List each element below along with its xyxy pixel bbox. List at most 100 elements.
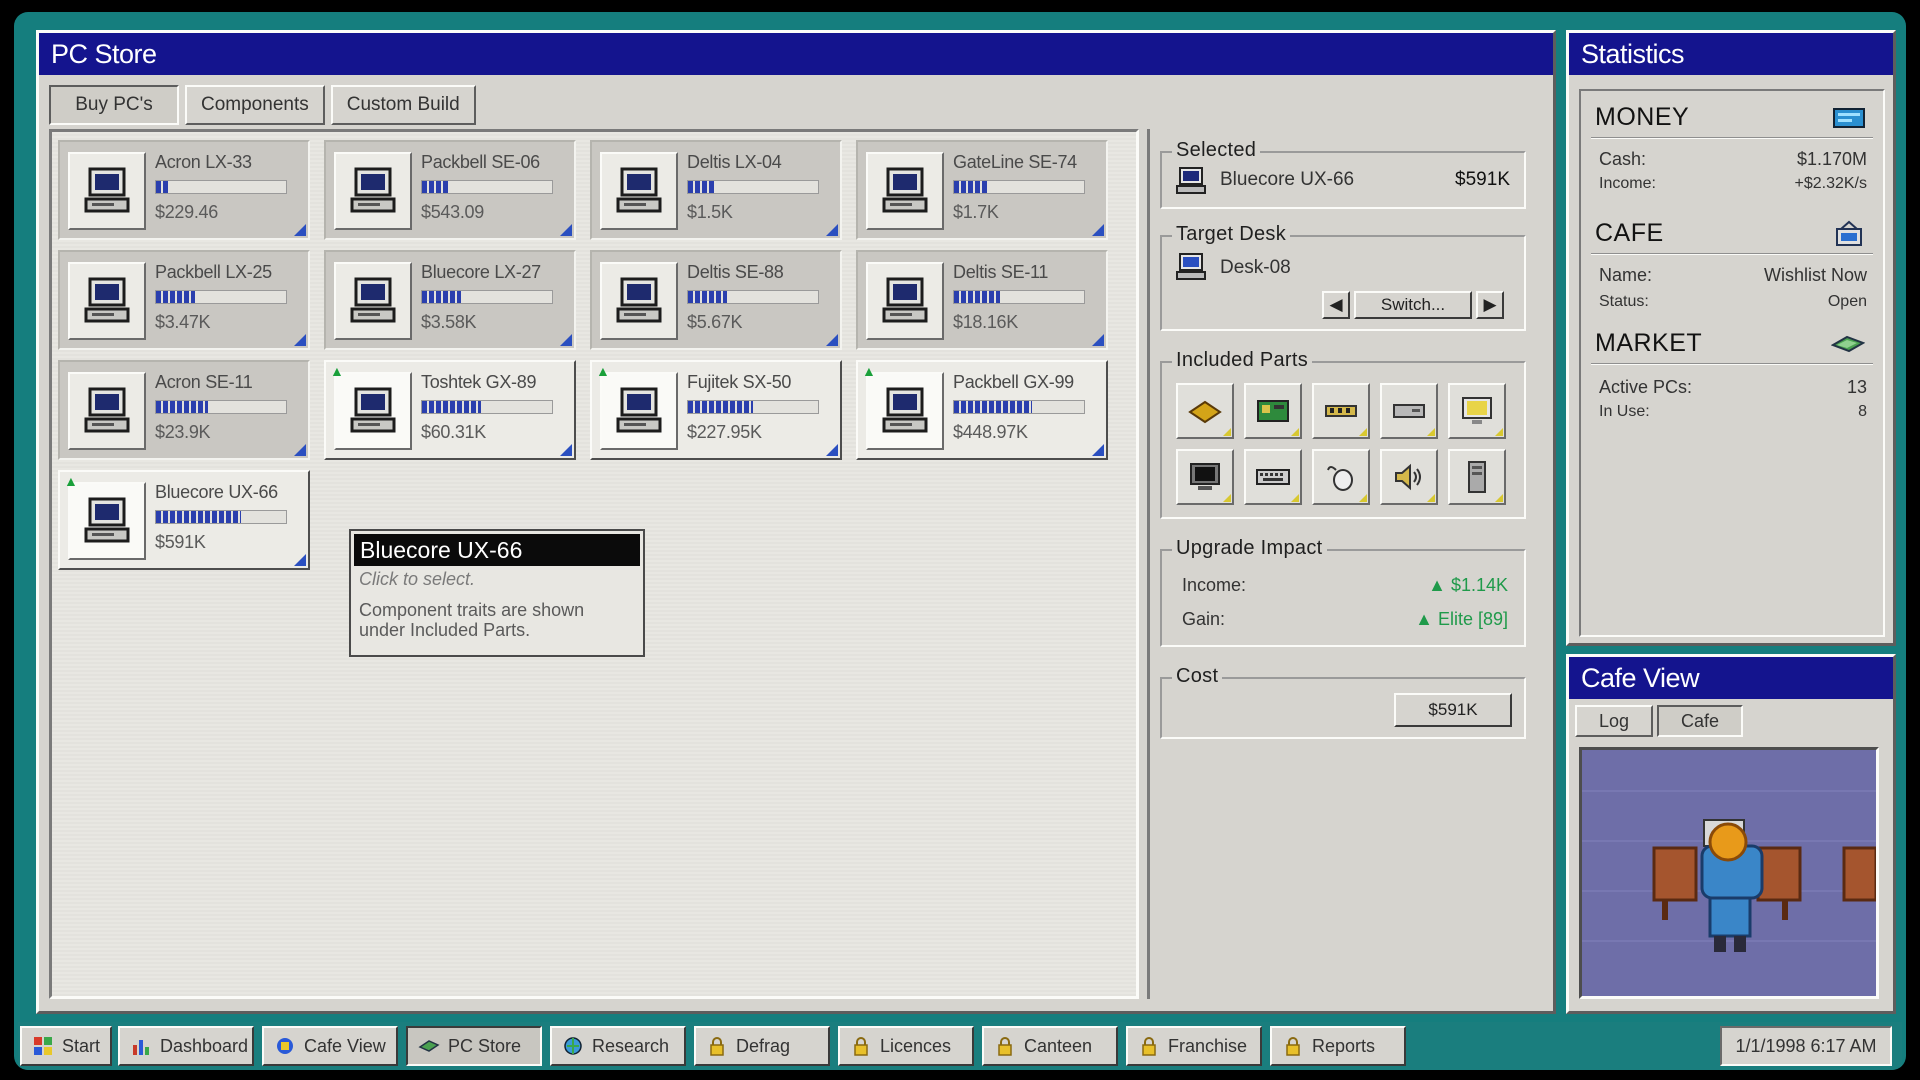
product-price: $1.7K [953, 202, 999, 222]
product-rating-bar [421, 400, 553, 414]
computer-icon [866, 372, 944, 450]
upgrade-impact-legend: Upgrade Impact [1172, 537, 1327, 560]
parts-grid [1176, 383, 1506, 505]
product-card[interactable]: GateLine SE-74 $1.7K [856, 140, 1108, 240]
taskbar-defrag[interactable]: Defrag [694, 1026, 830, 1066]
product-card[interactable]: ▲ Bluecore UX-66 $591K [58, 470, 310, 570]
taskbar-cafe-view[interactable]: Cafe View [262, 1026, 398, 1066]
product-card[interactable]: Packbell SE-06 $543.09 [324, 140, 576, 240]
speaker-icon[interactable] [1380, 449, 1438, 505]
tab-buy-pcs[interactable]: Buy PC's [49, 85, 179, 125]
motherboard-icon[interactable] [1244, 383, 1302, 439]
switch-desk-button[interactable]: Switch... [1354, 291, 1472, 319]
mouse-icon[interactable] [1312, 449, 1370, 505]
product-card[interactable]: Deltis LX-04 $1.5K [590, 140, 842, 240]
product-card[interactable]: Acron LX-33 $229.46 [58, 140, 310, 240]
taskbar-pc-store-label: PC Store [448, 1035, 522, 1056]
in-use-value: 8 [1858, 403, 1867, 420]
taskbar-dashboard[interactable]: Dashboard [118, 1026, 254, 1066]
product-card[interactable]: Acron SE-11 $23.9K [58, 360, 310, 460]
product-rating-fill [156, 181, 169, 193]
product-rating-bar [953, 180, 1085, 194]
taskbar-licences[interactable]: Licences [838, 1026, 974, 1066]
dashboard-icon [130, 1035, 152, 1057]
product-name: Acron SE-11 [155, 372, 253, 392]
taskbar-franchise[interactable]: Franchise [1126, 1026, 1262, 1066]
product-card[interactable]: Deltis SE-88 $5.67K [590, 250, 842, 350]
selected-legend: Selected [1172, 139, 1261, 162]
buy-button[interactable]: $591K [1394, 693, 1512, 727]
taskbar-defrag-label: Defrag [736, 1035, 791, 1056]
product-rating-bar [687, 290, 819, 304]
product-price: $229.46 [155, 202, 218, 222]
desk-next-button[interactable]: ▶ [1476, 291, 1504, 319]
cafe-name-label: Name: [1599, 265, 1653, 285]
product-name: Bluecore LX-27 [421, 262, 541, 282]
product-price: $227.95K [687, 422, 762, 442]
product-card[interactable]: ▲ Toshtek GX-89 $60.31K [324, 360, 576, 460]
product-card[interactable]: Bluecore LX-27 $3.58K [324, 250, 576, 350]
pc-store-titlebar: PC Store [39, 33, 1553, 75]
taskbar-dashboard-label: Dashboard [160, 1035, 249, 1056]
cafe-status-label: Status: [1599, 293, 1649, 310]
product-price: $1.5K [687, 202, 733, 222]
taskbar-research-label: Research [592, 1035, 670, 1056]
desk-prev-button[interactable]: ◀ [1322, 291, 1350, 319]
cafe-scene [1579, 747, 1879, 999]
taskbar-research[interactable]: Research [550, 1026, 686, 1066]
computer-icon [866, 262, 944, 340]
product-name: Toshtek GX-89 [421, 372, 537, 392]
computer-icon [68, 482, 146, 560]
cost-group: Cost $591K [1160, 665, 1526, 739]
active-pcs-value: 13 [1846, 377, 1867, 397]
tower-icon[interactable] [1448, 449, 1506, 505]
product-rating-fill [954, 401, 1032, 413]
product-rating-fill [422, 181, 448, 193]
selected-price: $591K [1455, 169, 1510, 190]
monitor-icon[interactable] [1448, 383, 1506, 439]
lock-icon [850, 1035, 872, 1057]
product-price: $60.31K [421, 422, 486, 442]
cafe-icon [1833, 219, 1865, 254]
target-desk-group: Target Desk Desk-08 ◀ Switch... ▶ [1160, 223, 1526, 331]
card-corner-marker [294, 554, 306, 566]
cost-legend: Cost [1172, 665, 1223, 688]
tab-components[interactable]: Components [185, 85, 325, 125]
computer-icon [334, 262, 412, 340]
product-name: Acron LX-33 [155, 152, 252, 172]
product-card[interactable]: Packbell LX-25 $3.47K [58, 250, 310, 350]
product-rating-bar [421, 180, 553, 194]
taskbar-pc-store[interactable]: PC Store [406, 1026, 542, 1066]
statistics-panel: MONEY Cash: $1.170M Income: +$2.32K/s CA… [1579, 89, 1885, 637]
impact-gain-label: Gain: [1182, 609, 1226, 629]
product-card[interactable]: ▲ Fujitek SX-50 $227.95K [590, 360, 842, 460]
cash-value: $1.170M [1796, 149, 1867, 169]
crt-icon[interactable] [1176, 449, 1234, 505]
start-button[interactable]: Start [20, 1026, 112, 1066]
keyboard-icon[interactable] [1244, 449, 1302, 505]
product-card[interactable]: Deltis SE-11 $18.16K [856, 250, 1108, 350]
start-icon [32, 1035, 54, 1057]
product-rating-bar [155, 180, 287, 194]
money-icon [1833, 107, 1865, 134]
ram-icon[interactable] [1312, 383, 1370, 439]
selected-group: Selected Bluecore UX-66 $591K [1160, 139, 1526, 209]
market-divider [1591, 363, 1873, 365]
computer-icon [68, 372, 146, 450]
cpu-icon[interactable] [1176, 383, 1234, 439]
product-rating-bar [953, 400, 1085, 414]
computer-icon [866, 152, 944, 230]
tab-cafe[interactable]: Cafe [1657, 705, 1743, 737]
product-price: $448.97K [953, 422, 1028, 442]
pc-store-icon [418, 1035, 440, 1057]
taskbar-canteen[interactable]: Canteen [982, 1026, 1118, 1066]
computer-icon [334, 152, 412, 230]
taskbar-reports[interactable]: Reports [1270, 1026, 1406, 1066]
active-pcs-label: Active PCs: [1599, 377, 1693, 397]
product-rating-fill [688, 401, 753, 413]
product-card[interactable]: ▲ Packbell GX-99 $448.97K [856, 360, 1108, 460]
drive-icon[interactable] [1380, 383, 1438, 439]
research-icon [562, 1035, 584, 1057]
tab-log[interactable]: Log [1575, 705, 1653, 737]
tab-custom-build[interactable]: Custom Build [330, 85, 476, 125]
